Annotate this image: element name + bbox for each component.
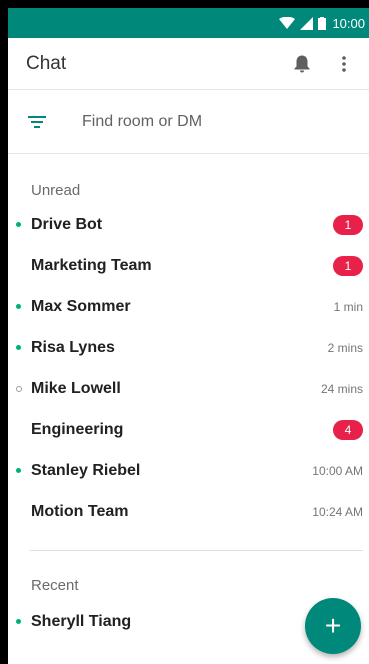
- search-input[interactable]: [82, 112, 322, 131]
- status-bar: 10:00: [8, 8, 369, 38]
- room-item-drive-bot[interactable]: Drive Bot 1: [8, 204, 369, 245]
- room-item-stanley-riebel[interactable]: Stanley Riebel 10:00 AM: [8, 450, 369, 491]
- notifications-button[interactable]: [291, 53, 313, 75]
- offline-status-dot: [16, 385, 22, 392]
- search-bar: [8, 90, 369, 154]
- more-options-button[interactable]: [333, 53, 355, 75]
- room-name: Motion Team: [31, 502, 129, 520]
- room-name: Marketing Team: [31, 256, 152, 274]
- online-status-dot: [16, 468, 21, 473]
- room-item-motion-team[interactable]: Motion Team 10:24 AM: [8, 491, 369, 532]
- room-timestamp: 10:24 AM: [312, 504, 363, 519]
- room-timestamp: 1 min: [333, 299, 363, 314]
- room-name: Drive Bot: [31, 215, 103, 233]
- room-name: Risa Lynes: [31, 338, 115, 356]
- bell-icon: [294, 55, 310, 72]
- app-bar-actions: [291, 53, 355, 75]
- room-name: Max Sommer: [31, 297, 131, 315]
- online-status-dot: [16, 222, 21, 227]
- unread-badge: 1: [333, 214, 363, 235]
- room-timestamp: 24 mins: [320, 381, 363, 396]
- wifi-icon: [279, 17, 296, 29]
- online-status-dot: [16, 304, 21, 309]
- room-item-risa-lynes[interactable]: Risa Lynes 2 mins: [8, 327, 369, 368]
- status-time: 10:00: [332, 15, 365, 31]
- new-chat-fab[interactable]: +: [305, 598, 361, 654]
- page-title: Chat: [26, 52, 67, 74]
- recent-section-header: Recent: [31, 577, 79, 594]
- room-name: Mike Lowell: [31, 379, 121, 397]
- online-status-dot: [16, 345, 21, 350]
- unread-section-header: Unread: [31, 182, 81, 199]
- room-item-marketing-team[interactable]: Marketing Team 1: [8, 245, 369, 286]
- unread-badge: 4: [333, 419, 363, 440]
- room-name: Engineering: [31, 420, 124, 438]
- plus-icon: +: [324, 610, 342, 641]
- room-timestamp: 2 mins: [327, 340, 363, 355]
- more-vert-icon: [342, 55, 346, 72]
- chat-screen: 10:00 Chat Find room or DM Unread Drive …: [8, 8, 369, 664]
- battery-icon: [318, 16, 327, 30]
- status-icons: [279, 16, 327, 30]
- room-item-engineering[interactable]: Engineering 4: [8, 409, 369, 450]
- room-name: Stanley Riebel: [31, 461, 141, 479]
- filter-button[interactable]: [28, 115, 48, 128]
- unread-badge: 1: [333, 255, 363, 276]
- online-status-dot: [16, 619, 21, 624]
- room-item-mike-lowell[interactable]: Mike Lowell 24 mins: [8, 368, 369, 409]
- room-item-max-sommer[interactable]: Max Sommer 1 min: [8, 286, 369, 327]
- signal-icon: [300, 16, 314, 30]
- filter-icon: [28, 115, 46, 128]
- app-bar: Chat: [8, 38, 369, 90]
- unread-room-list: Drive Bot 1 Marketing Team 1 Max Sommer …: [8, 204, 369, 532]
- room-timestamp: 10:00 AM: [312, 463, 363, 478]
